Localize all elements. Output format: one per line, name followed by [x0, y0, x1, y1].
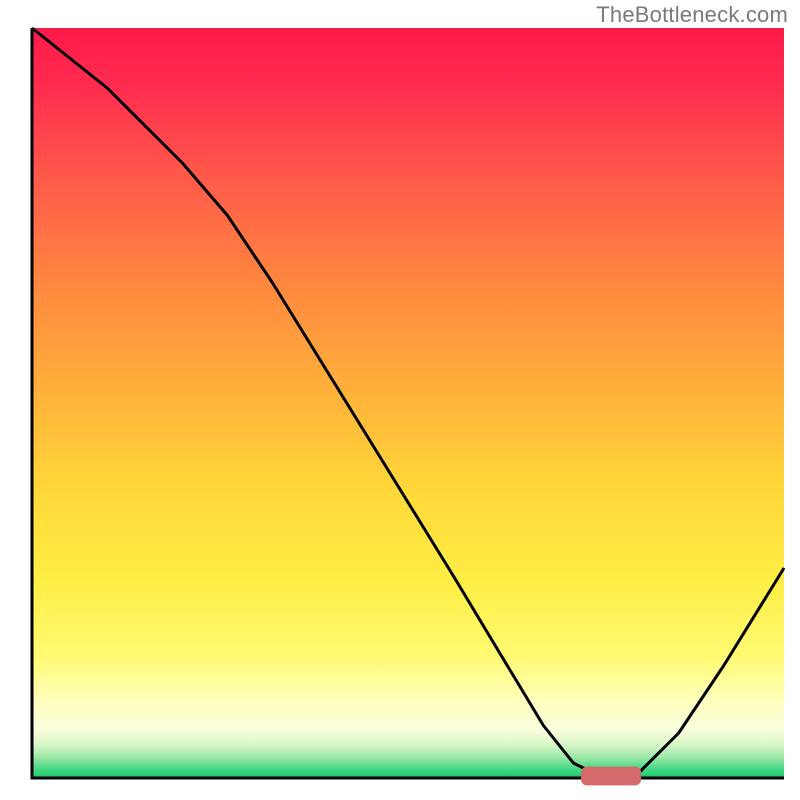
optimal-marker — [581, 767, 641, 786]
watermark-text: TheBottleneck.com — [596, 2, 788, 28]
chart-svg — [0, 0, 800, 800]
bottleneck-chart: TheBottleneck.com — [0, 0, 800, 800]
plot-background — [32, 28, 784, 778]
